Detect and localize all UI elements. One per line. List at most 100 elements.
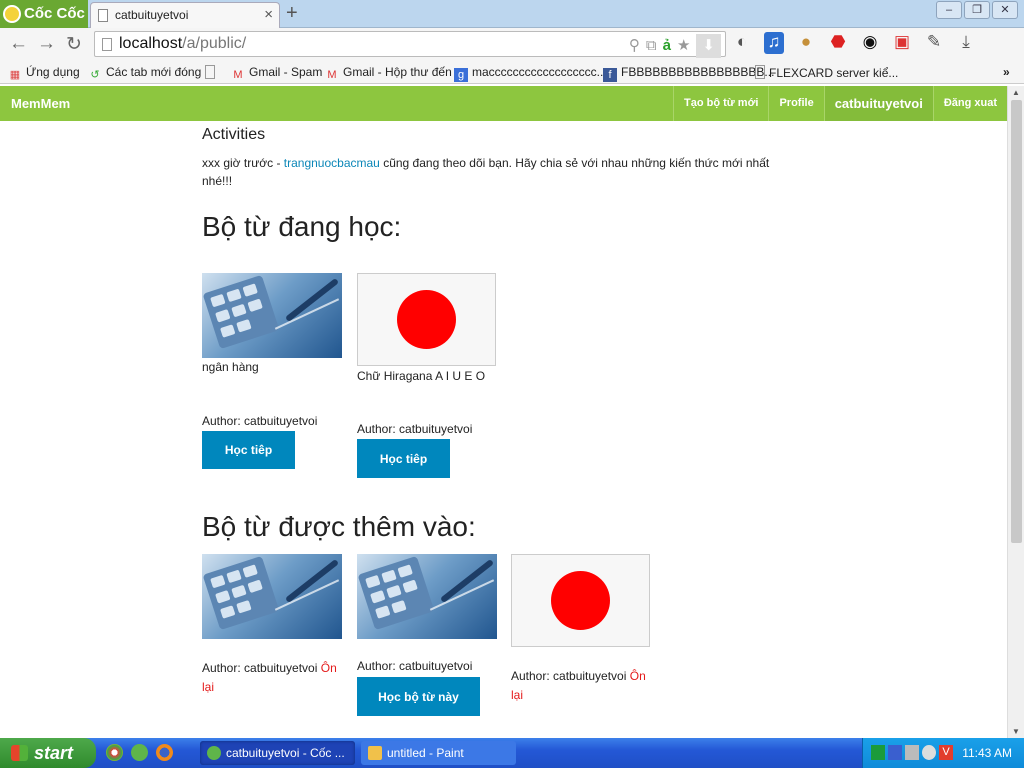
- bookmark-google[interactable]: g macccccccccccccccccc...: [454, 65, 607, 82]
- set-author-line: Author: catbuituyetvoi Ôn lại: [511, 667, 651, 705]
- set-title[interactable]: ngân hàng: [202, 360, 259, 374]
- forward-icon[interactable]: →: [37, 33, 56, 55]
- site-navbar: MemMem Tạo bộ từ mới Profile catbuituyet…: [0, 86, 1007, 121]
- firefox-icon[interactable]: [156, 744, 173, 761]
- coccoc-icon[interactable]: [131, 744, 148, 761]
- dictionary-icon[interactable]: ả: [663, 34, 671, 58]
- back-icon[interactable]: ←: [9, 33, 28, 55]
- nav-create-set[interactable]: Tạo bộ từ mới: [673, 86, 768, 121]
- added-set-card: Author: catbuituyetvoi Học bộ từ này: [357, 554, 502, 724]
- paint-icon: [368, 746, 382, 760]
- continue-learning-button[interactable]: Học tiêp: [202, 431, 295, 469]
- browser-brand-label: Cốc Cốc: [24, 5, 85, 22]
- eyedropper-icon[interactable]: ✎: [924, 32, 944, 54]
- scroll-up-icon[interactable]: ▲: [1012, 88, 1020, 97]
- set-author: Author: catbuituyetvoi: [357, 422, 473, 436]
- learning-set-card: Chữ Hiragana A I U E O Author: catbuituy…: [357, 273, 502, 483]
- bookmark-gmail-spam[interactable]: M Gmail - Spam: [231, 65, 322, 82]
- tab-close-icon[interactable]: ×: [264, 3, 273, 27]
- restore-button[interactable]: ❐: [964, 1, 990, 19]
- windows-logo-icon: [11, 745, 28, 761]
- bookmark-recent-tabs[interactable]: ↺ Các tab mới đóng: [88, 65, 201, 82]
- set-author: Author: catbuituyetvoi: [202, 661, 321, 675]
- bookmark-apps[interactable]: ▦ Ứng dụng: [8, 65, 80, 82]
- adblock-icon[interactable]: ⬣: [828, 32, 848, 54]
- tray-app-icon[interactable]: [871, 745, 885, 760]
- nav-menu: Tạo bộ từ mới Profile catbuituyetvoi Đăn…: [673, 86, 1007, 121]
- set-author-line: Author: catbuituyetvoi Ôn lại: [202, 659, 342, 697]
- address-bar[interactable]: localhost/a/public/ ⚲ ⧉ ả ★ ⬇: [94, 31, 726, 58]
- browser-toolbar: ← → ↻ localhost/a/public/ ⚲ ⧉ ả ★ ⬇ ◐ ♫ …: [0, 28, 1024, 61]
- search-icon[interactable]: ⚲: [629, 34, 640, 58]
- set-thumbnail-calculator[interactable]: [202, 273, 342, 358]
- bookmark-flexcard[interactable]: FLEXCARD server kiể...: [755, 65, 898, 80]
- url-host: localhost: [119, 35, 183, 52]
- continue-learning-button[interactable]: Học tiêp: [357, 439, 450, 478]
- set-thumbnail-calculator[interactable]: [202, 554, 342, 639]
- site-logo[interactable]: MemMem: [11, 96, 70, 111]
- new-tab-button[interactable]: +: [286, 2, 298, 25]
- bookmarks-overflow-icon[interactable]: »: [1003, 65, 1010, 79]
- set-thumbnail-japan-flag[interactable]: [511, 554, 650, 647]
- close-window-button[interactable]: ✕: [992, 1, 1018, 19]
- extension-red-icon[interactable]: ▣: [892, 32, 912, 54]
- taskbar-window-browser[interactable]: catbuituyetvoi - Cốc ...: [200, 741, 355, 765]
- extension-icon[interactable]: ♫: [764, 32, 784, 54]
- quick-launch: [106, 744, 173, 761]
- browser-tab[interactable]: catbuituyetvoi ×: [90, 2, 280, 28]
- activity-user-link[interactable]: trangnuocbacmau: [284, 156, 380, 170]
- cookie-icon[interactable]: ●: [796, 32, 816, 54]
- chrome-icon[interactable]: [106, 744, 123, 761]
- unikey-icon[interactable]: V: [939, 745, 953, 760]
- page-icon: [755, 65, 765, 79]
- incognito-icon[interactable]: ◐: [732, 32, 752, 54]
- browser-tab-strip: Cốc Cốc catbuituyetvoi × + – ❐ ✕: [0, 0, 1024, 28]
- google-icon: g: [454, 68, 468, 82]
- windows-taskbar: start catbuituyetvoi - Cốc ... untitled …: [0, 738, 1024, 768]
- bookmark-blank[interactable]: [205, 65, 219, 80]
- nav-logout[interactable]: Đăng xuat: [932, 86, 1007, 121]
- browser-brand[interactable]: Cốc Cốc: [0, 0, 88, 28]
- set-title[interactable]: Chữ Hiragana A I U E O: [357, 369, 485, 383]
- set-author: Author: catbuituyetvoi: [511, 669, 630, 683]
- page-scrollbar[interactable]: ▲ ▼: [1007, 86, 1024, 738]
- reload-icon[interactable]: ↻: [66, 33, 82, 56]
- volume-icon[interactable]: [922, 745, 936, 760]
- download-page-icon[interactable]: ⬇: [696, 34, 721, 58]
- eye-icon[interactable]: ◉: [860, 32, 880, 54]
- taskbar-window-paint[interactable]: untitled - Paint: [361, 741, 516, 765]
- scrollbar-thumb[interactable]: [1011, 100, 1022, 543]
- bookmark-gmail-inbox[interactable]: M Gmail - Hộp thư đến: [325, 65, 451, 82]
- learn-this-set-button[interactable]: Học bộ từ này: [357, 677, 480, 716]
- start-button[interactable]: start: [0, 738, 96, 768]
- set-thumbnail-calculator[interactable]: [357, 554, 497, 639]
- scroll-down-icon[interactable]: ▼: [1012, 727, 1020, 736]
- set-thumbnail-japan-flag[interactable]: [357, 273, 496, 366]
- extension-icons: ◐ ♫ ● ⬣ ◉ ▣ ✎ ⤓: [732, 32, 976, 54]
- bookmarks-bar: ▦ Ứng dụng ↺ Các tab mới đóng M Gmail - Spa…: [0, 61, 1024, 84]
- activity-time: xxx giờ trước -: [202, 156, 284, 170]
- nav-username[interactable]: catbuituyetvoi: [823, 86, 933, 121]
- start-label: start: [34, 743, 74, 763]
- usb-icon[interactable]: [905, 745, 919, 760]
- taskbar-clock: 11:43 AM: [962, 746, 1012, 760]
- page-icon: [205, 65, 215, 79]
- added-set-card: Author: catbuituyetvoi Ôn lại: [511, 554, 656, 714]
- window-controls: – ❐ ✕: [936, 1, 1018, 19]
- bookmark-facebook[interactable]: f FBBBBBBBBBBBBBBBBB...: [603, 65, 774, 82]
- tab-title: catbuituyetvoi: [115, 8, 189, 22]
- download-icon[interactable]: ⤓: [956, 32, 976, 54]
- page-icon: [98, 9, 108, 22]
- nav-profile[interactable]: Profile: [768, 86, 823, 121]
- page-icon: [102, 38, 112, 51]
- activities-heading: Activities: [202, 126, 266, 143]
- star-icon[interactable]: ★: [677, 34, 690, 58]
- gmail-icon: M: [233, 69, 243, 81]
- set-author: Author: catbuituyetvoi: [357, 659, 473, 673]
- set-author: Author: catbuituyetvoi: [202, 414, 318, 428]
- network-icon[interactable]: [888, 745, 902, 760]
- history-icon: ↺: [90, 69, 100, 81]
- coccoc-logo-icon: [3, 5, 21, 23]
- minimize-button[interactable]: –: [936, 1, 962, 19]
- translate-icon[interactable]: ⧉: [646, 34, 657, 58]
